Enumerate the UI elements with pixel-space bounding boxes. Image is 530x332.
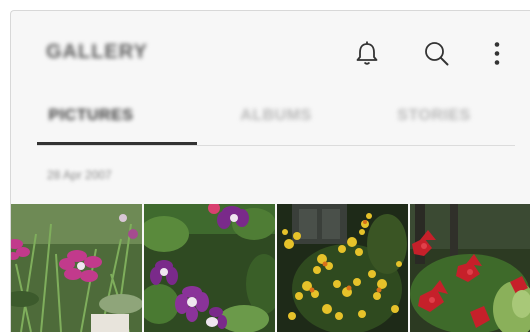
tab-pictures[interactable]: PICTURES [16, 107, 166, 125]
photo-thumbnail-red-flowers[interactable] [410, 204, 530, 332]
date-header: 28 Apr 2007 [47, 168, 112, 182]
photo-thumbnail-yellow-shrub[interactable] [277, 204, 408, 332]
gallery-app-window: GALLERY PICTURES ALBUMS STORIES 28 Apr 2… [10, 10, 530, 332]
more-options-icon[interactable] [481, 38, 513, 70]
tab-divider [37, 145, 515, 146]
search-icon[interactable] [421, 38, 453, 70]
photo-thumbnail-purple-flowers[interactable] [144, 204, 275, 332]
app-title: GALLERY [46, 41, 148, 63]
photo-thumbnail-pink-flower[interactable] [11, 204, 142, 332]
bell-icon[interactable] [351, 38, 383, 70]
tab-stories[interactable]: STORIES [359, 107, 509, 125]
tab-albums[interactable]: ALBUMS [201, 107, 351, 125]
